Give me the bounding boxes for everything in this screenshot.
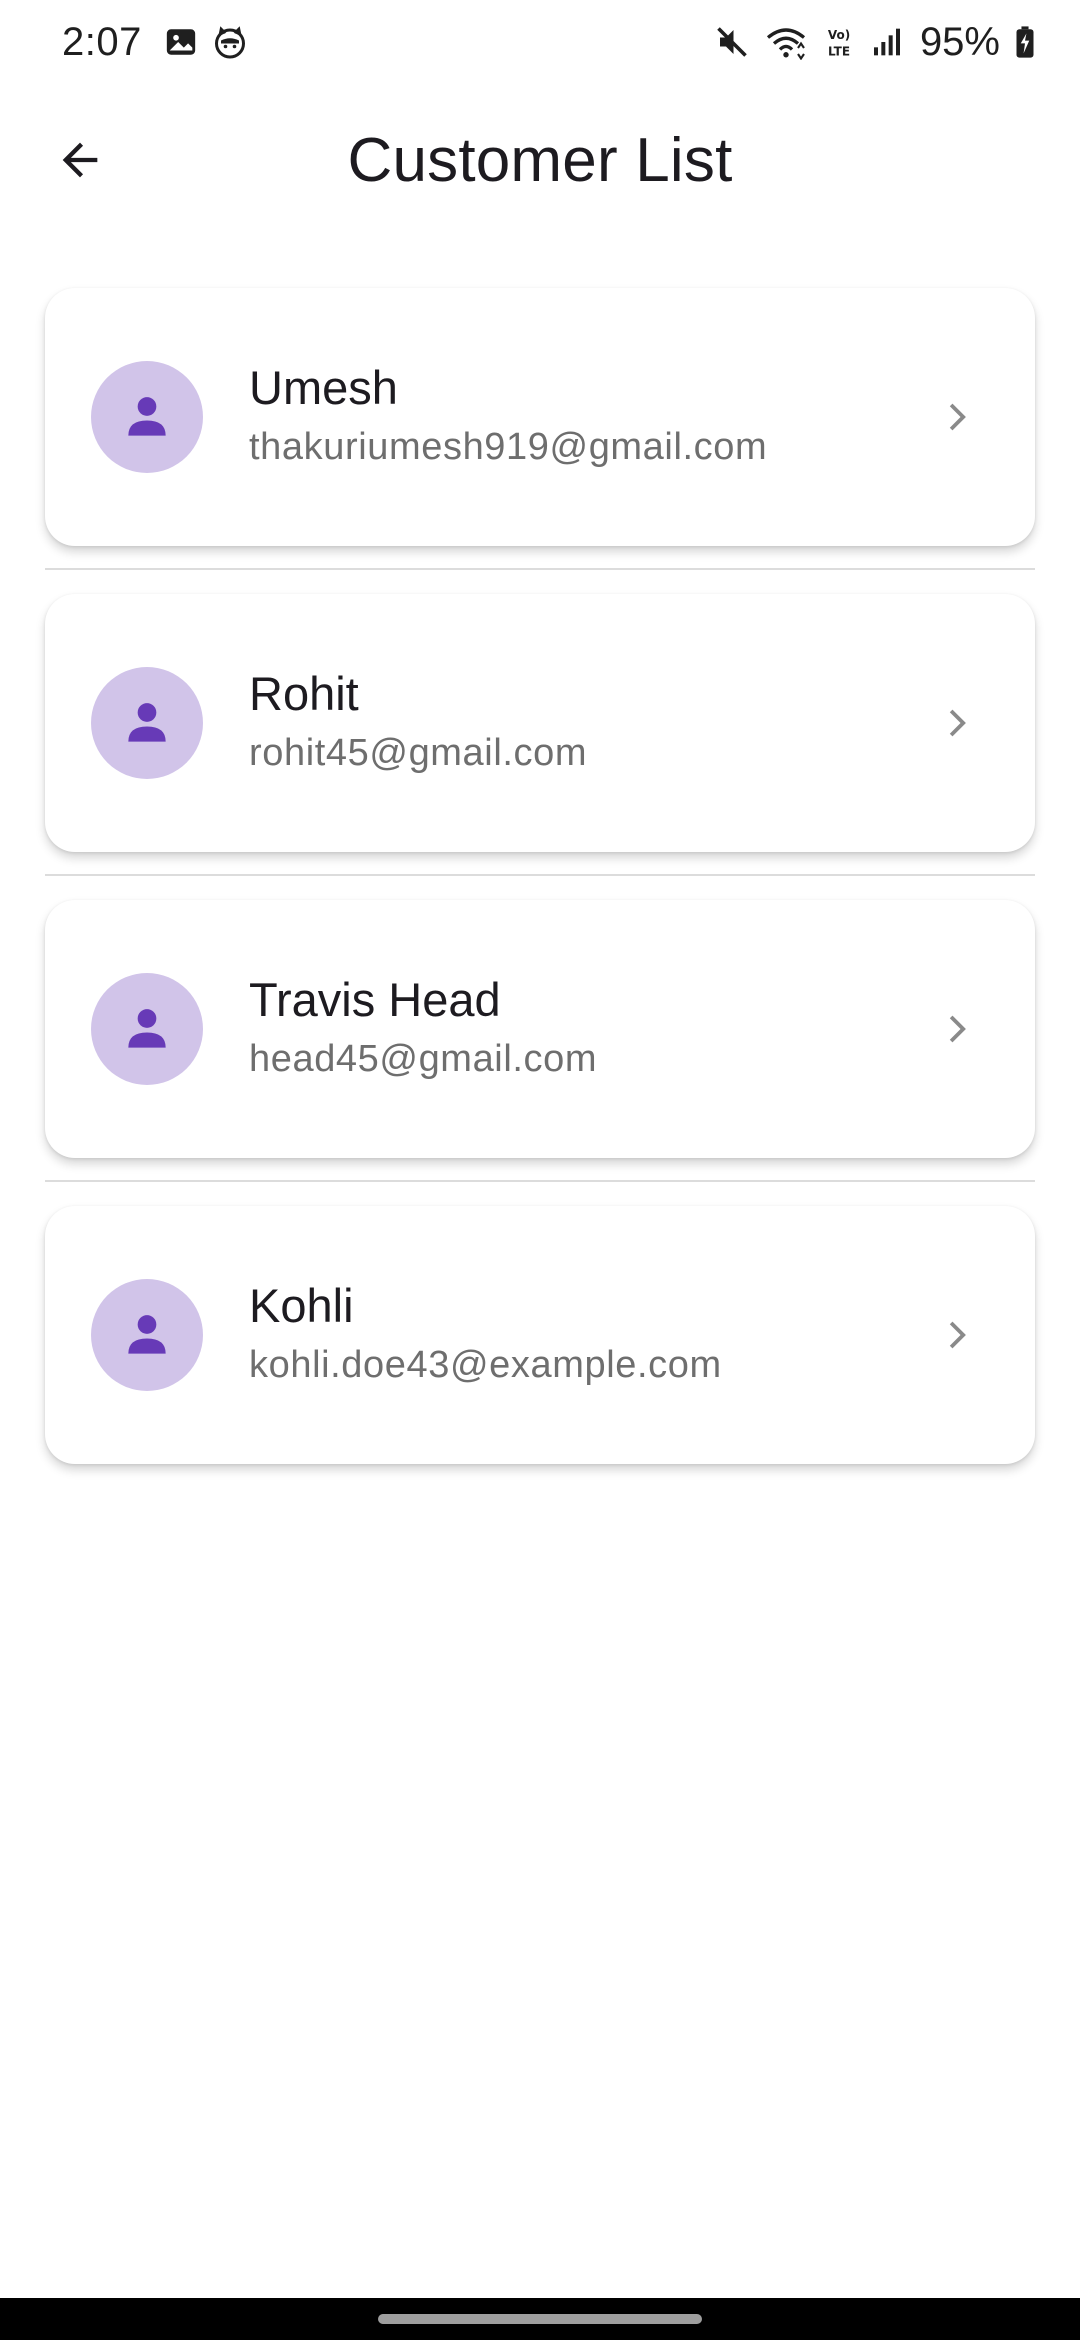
customer-card-rohit[interactable]: Rohit rohit45@gmail.com [45,594,1035,852]
avatar [91,973,203,1085]
wifi-icon [764,24,808,60]
customer-text: Rohit rohit45@gmail.com [249,664,929,782]
list-item: Rohit rohit45@gmail.com [45,594,1035,900]
chevron-right-icon [929,693,989,753]
customer-name: Umesh [249,361,398,414]
list-item: Umesh thakuriumesh919@gmail.com [45,288,1035,594]
cat-face-icon [212,24,248,60]
chevron-right-icon [929,999,989,1059]
gallery-icon [164,25,198,59]
home-handle[interactable] [378,2314,702,2324]
person-icon [128,1315,166,1354]
svg-text:LTE: LTE [828,45,850,59]
customer-text: Kohli kohli.doe43@example.com [249,1276,929,1394]
customer-email: head45@gmail.com [249,1038,598,1080]
list-item: Travis Head head45@gmail.com [45,900,1035,1206]
battery-charging-icon [1014,25,1036,59]
signal-icon [870,26,902,58]
mute-icon [714,24,750,60]
divider [45,568,1035,570]
chevron-right-icon [929,387,989,447]
person-icon [128,397,166,436]
customer-email: kohli.doe43@example.com [249,1344,722,1386]
customer-card-travis-head[interactable]: Travis Head head45@gmail.com [45,900,1035,1158]
volte-icon: Vo) LTE [822,24,856,60]
customer-name: Travis Head [249,973,501,1026]
arrow-back-icon [62,142,98,178]
avatar [91,361,203,473]
app-bar: Customer List [0,100,1080,220]
chevron-right-icon [929,1305,989,1365]
avatar [91,1279,203,1391]
customer-card-kohli[interactable]: Kohli kohli.doe43@example.com [45,1206,1035,1464]
svg-text:Vo): Vo) [828,28,850,42]
person-icon [128,1009,166,1048]
status-bar: 2:07 Vo) LTE 95% [0,0,1080,84]
list-item: Kohli kohli.doe43@example.com [45,1206,1035,1512]
customer-text: Umesh thakuriumesh919@gmail.com [249,358,929,476]
back-button[interactable] [40,120,120,200]
divider [45,874,1035,876]
status-time: 2:07 [62,19,142,64]
avatar [91,667,203,779]
customer-card-umesh[interactable]: Umesh thakuriumesh919@gmail.com [45,288,1035,546]
customer-text: Travis Head head45@gmail.com [249,970,929,1088]
customer-name: Kohli [249,1279,354,1332]
page-title: Customer List [347,125,733,195]
customer-email: thakuriumesh919@gmail.com [249,426,768,468]
battery-percentage: 95% [919,19,1000,64]
customer-name: Rohit [249,667,359,720]
screen: 2:07 Vo) LTE 95% Customer List Umesh tha… [0,0,1080,2340]
status-right: Vo) LTE 95% [714,20,1036,65]
person-icon [128,703,166,742]
customer-list: Umesh thakuriumesh919@gmail.com Rohit ro… [45,288,1035,1512]
status-left: 2:07 [62,20,248,65]
customer-email: rohit45@gmail.com [249,732,588,774]
divider [45,1180,1035,1182]
navigation-bar [0,2298,1080,2340]
